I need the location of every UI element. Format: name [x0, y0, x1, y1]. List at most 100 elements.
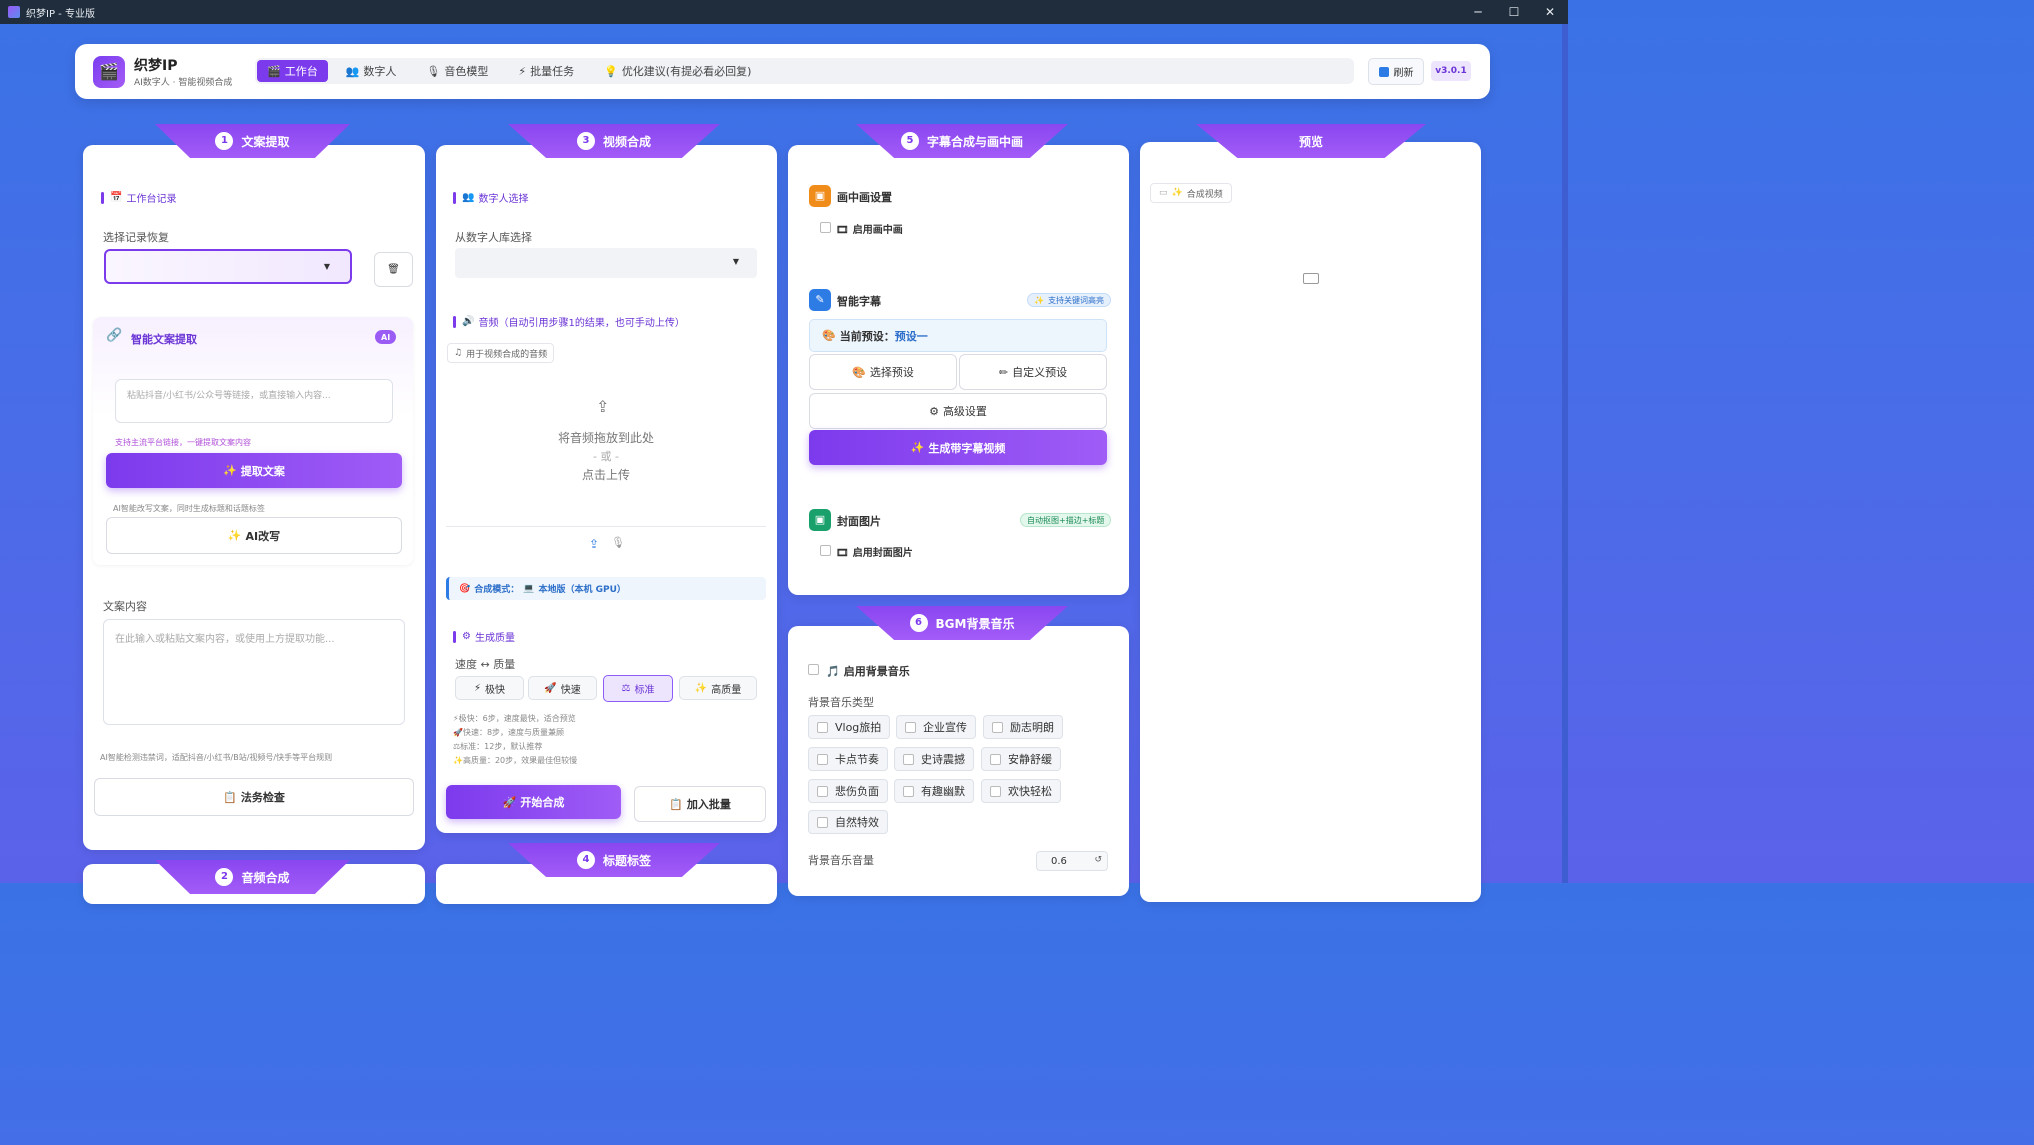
synthesis-mode-bar: 🎯 合成模式： 💻 本地版（本机 GPU）	[446, 577, 766, 600]
add-batch-button[interactable]: 📋 加入批量	[634, 786, 766, 822]
microphone-small-icon[interactable]: 🎙	[611, 536, 625, 549]
chip-label: 欢快轻松	[1008, 785, 1052, 798]
bgm-enable-checkbox[interactable]	[808, 664, 819, 675]
record-select[interactable]: ▼	[104, 249, 352, 284]
tab-digital-human[interactable]: 👥 数字人	[336, 60, 407, 82]
bgm-type-rhythm[interactable]: 卡点节奏	[808, 747, 888, 771]
avatar-select[interactable]: ▼	[455, 248, 757, 278]
lightning-icon: ⚡	[473, 682, 482, 694]
tab-label: 优化建议(有提必看必回复)	[621, 65, 752, 78]
record-label: 选择记录恢复	[103, 231, 169, 244]
quality-label: 快速	[560, 684, 581, 696]
lightning-icon: ⚡	[518, 64, 527, 78]
pencil-icon: ✎	[809, 289, 831, 311]
app-header: 🎬 织梦IP AI数字人 · 智能视频合成 🎬 工作台 👥 数字人 🎙 音色模型 ⚡ 批…	[75, 44, 1490, 99]
content-placeholder: 在此输入或粘贴文案内容，或使用上方提取功能...	[115, 634, 335, 645]
smart-subtitle-title: 智能字幕	[837, 295, 881, 308]
quality-fastest-button[interactable]: ⚡ 极快	[455, 676, 524, 700]
step-number: 3	[576, 132, 595, 150]
bgm-type-vlog[interactable]: Vlog旅拍	[808, 715, 890, 739]
bgm-type-nature[interactable]: 自然特效	[808, 810, 888, 834]
tab-workbench[interactable]: 🎬 工作台	[257, 60, 328, 82]
tab-label: 工作台	[284, 65, 318, 78]
section-audio: 🔊 音频（自动引用步骤1的结果，也可手动上传）	[453, 314, 685, 329]
custom-preset-button[interactable]: ✏ 自定义预设	[959, 354, 1107, 390]
generate-subtitle-video-button[interactable]: ✨ 生成带字幕视频	[809, 430, 1107, 465]
bgm-type-sad[interactable]: 悲伤负面	[808, 779, 888, 803]
video-camera-icon: ▭	[1159, 188, 1168, 198]
maximize-button[interactable]: ☐	[1496, 0, 1532, 24]
drop-text: 将音频拖放到此处	[557, 431, 654, 445]
extract-copy-button[interactable]: ✨ 提取文案	[106, 453, 402, 488]
minimize-button[interactable]: ─	[1460, 0, 1496, 24]
audio-dropzone[interactable]: ⇪ 将音频拖放到此处 - 或 - 点击上传	[446, 367, 766, 527]
section-title: 工作台记录	[126, 194, 177, 205]
preview-tab[interactable]: ▭ ✨ 合成视频	[1150, 183, 1232, 203]
step-number: 2	[215, 868, 234, 886]
mode-value: 本地版（本机 GPU）	[538, 585, 626, 595]
checkbox	[992, 721, 1003, 733]
pip-icon: ▣	[809, 185, 831, 207]
step-number: 6	[909, 614, 928, 632]
reset-icon[interactable]: ↺	[1094, 855, 1102, 865]
bgm-type-funny[interactable]: 有趣幽默	[894, 779, 974, 803]
pip-enable-label: 🎞 启用画中画	[836, 221, 903, 236]
button-label: 生成带字幕视频	[928, 441, 1006, 455]
cover-enable-checkbox[interactable]	[820, 545, 831, 556]
pip-title: 画中画设置	[837, 191, 892, 204]
lightbulb-icon: 💡	[604, 64, 618, 78]
bgm-type-corporate[interactable]: 企业宣传	[896, 715, 976, 739]
music-note-icon: 🎵	[826, 665, 840, 678]
ai-rewrite-button[interactable]: ✨ AI改写	[106, 517, 402, 554]
upload-small-icon[interactable]: ⇪	[589, 537, 599, 551]
tab-batch-tasks[interactable]: ⚡ 批量任务	[508, 60, 584, 82]
bgm-type-inspiring[interactable]: 励志明朗	[983, 715, 1063, 739]
keyword-highlight-badge: ✨ 支持关键词高亮	[1027, 293, 1111, 307]
select-preset-button[interactable]: 🎨 选择预设	[809, 354, 957, 390]
delete-record-button[interactable]: 🗑	[374, 252, 413, 287]
content-textarea[interactable]: 在此输入或粘贴文案内容，或使用上方提取功能...	[103, 619, 405, 725]
start-synthesis-button[interactable]: 🚀 开始合成	[446, 785, 621, 819]
chip-label: 自然特效	[835, 816, 879, 829]
bgm-type-epic[interactable]: 史诗震撼	[894, 747, 974, 771]
quality-label: 高质量	[711, 684, 742, 696]
preview-title: 预览	[1298, 134, 1323, 149]
button-label: AI改写	[245, 529, 281, 543]
step-title: 文案提取	[241, 134, 290, 149]
advanced-settings-button[interactable]: ⚙ 高级设置	[809, 393, 1107, 429]
bgm-type-cheerful[interactable]: 欢快轻松	[981, 779, 1061, 803]
refresh-button[interactable]: 刷新	[1368, 58, 1424, 85]
section-quality: ⚙ 生成质量	[453, 629, 515, 644]
film-icon: 🎞	[836, 548, 849, 559]
quality-fast-button[interactable]: 🚀 快速	[528, 676, 597, 700]
gear-icon: ⚙	[462, 631, 471, 642]
tab-suggestions[interactable]: 💡 优化建议(有提必看必回复)	[594, 60, 761, 82]
quality-standard-button[interactable]: ⚖ 标准	[603, 675, 673, 702]
palette-icon: 🎨	[852, 365, 866, 379]
sparkle-icon: ✨	[694, 682, 708, 694]
button-label: 提取文案	[240, 464, 285, 478]
version-badge: v3.0.1	[1431, 61, 1471, 81]
bgm-volume-input[interactable]: 0.6 ↺	[1036, 851, 1108, 871]
law-check-button[interactable]: 📋 法务检查	[94, 778, 414, 816]
quality-note-1: ⚡极快：6步，速度最快，适合预览	[453, 714, 576, 723]
quality-high-button[interactable]: ✨ 高质量	[679, 676, 757, 700]
link-input[interactable]: 粘贴抖音/小红书/公众号等链接，或直接输入内容...	[115, 379, 393, 423]
vertical-scrollbar[interactable]	[1562, 24, 1568, 883]
close-button[interactable]: ✕	[1532, 0, 1568, 24]
clipboard-icon: 📋	[223, 790, 237, 804]
window-title: 织梦IP - 专业版	[26, 8, 95, 20]
panel-copy-extract: 📅 工作台记录 选择记录恢复 ▼ 🗑 🔗 智能文案提取 AI 粘贴抖音/小红书/公…	[83, 145, 425, 850]
sparkle-icon: ✨	[910, 441, 925, 454]
bgm-type-calm[interactable]: 安静舒缓	[981, 747, 1061, 771]
step-title: 标题标签	[602, 853, 651, 868]
quality-note-3: ⚖标准：12步，默认推荐	[453, 742, 543, 751]
button-label: 高级设置	[942, 405, 987, 418]
drop-click: 点击上传	[581, 468, 630, 482]
link-hint: 支持主流平台链接，一键提取文案内容	[115, 438, 251, 447]
tab-label: 批量任务	[530, 65, 575, 78]
checkbox	[817, 753, 828, 765]
tab-voice-model[interactable]: 🎙 音色模型	[416, 60, 498, 82]
pip-enable-checkbox[interactable]	[820, 222, 831, 233]
step-title: 音频合成	[241, 870, 290, 885]
